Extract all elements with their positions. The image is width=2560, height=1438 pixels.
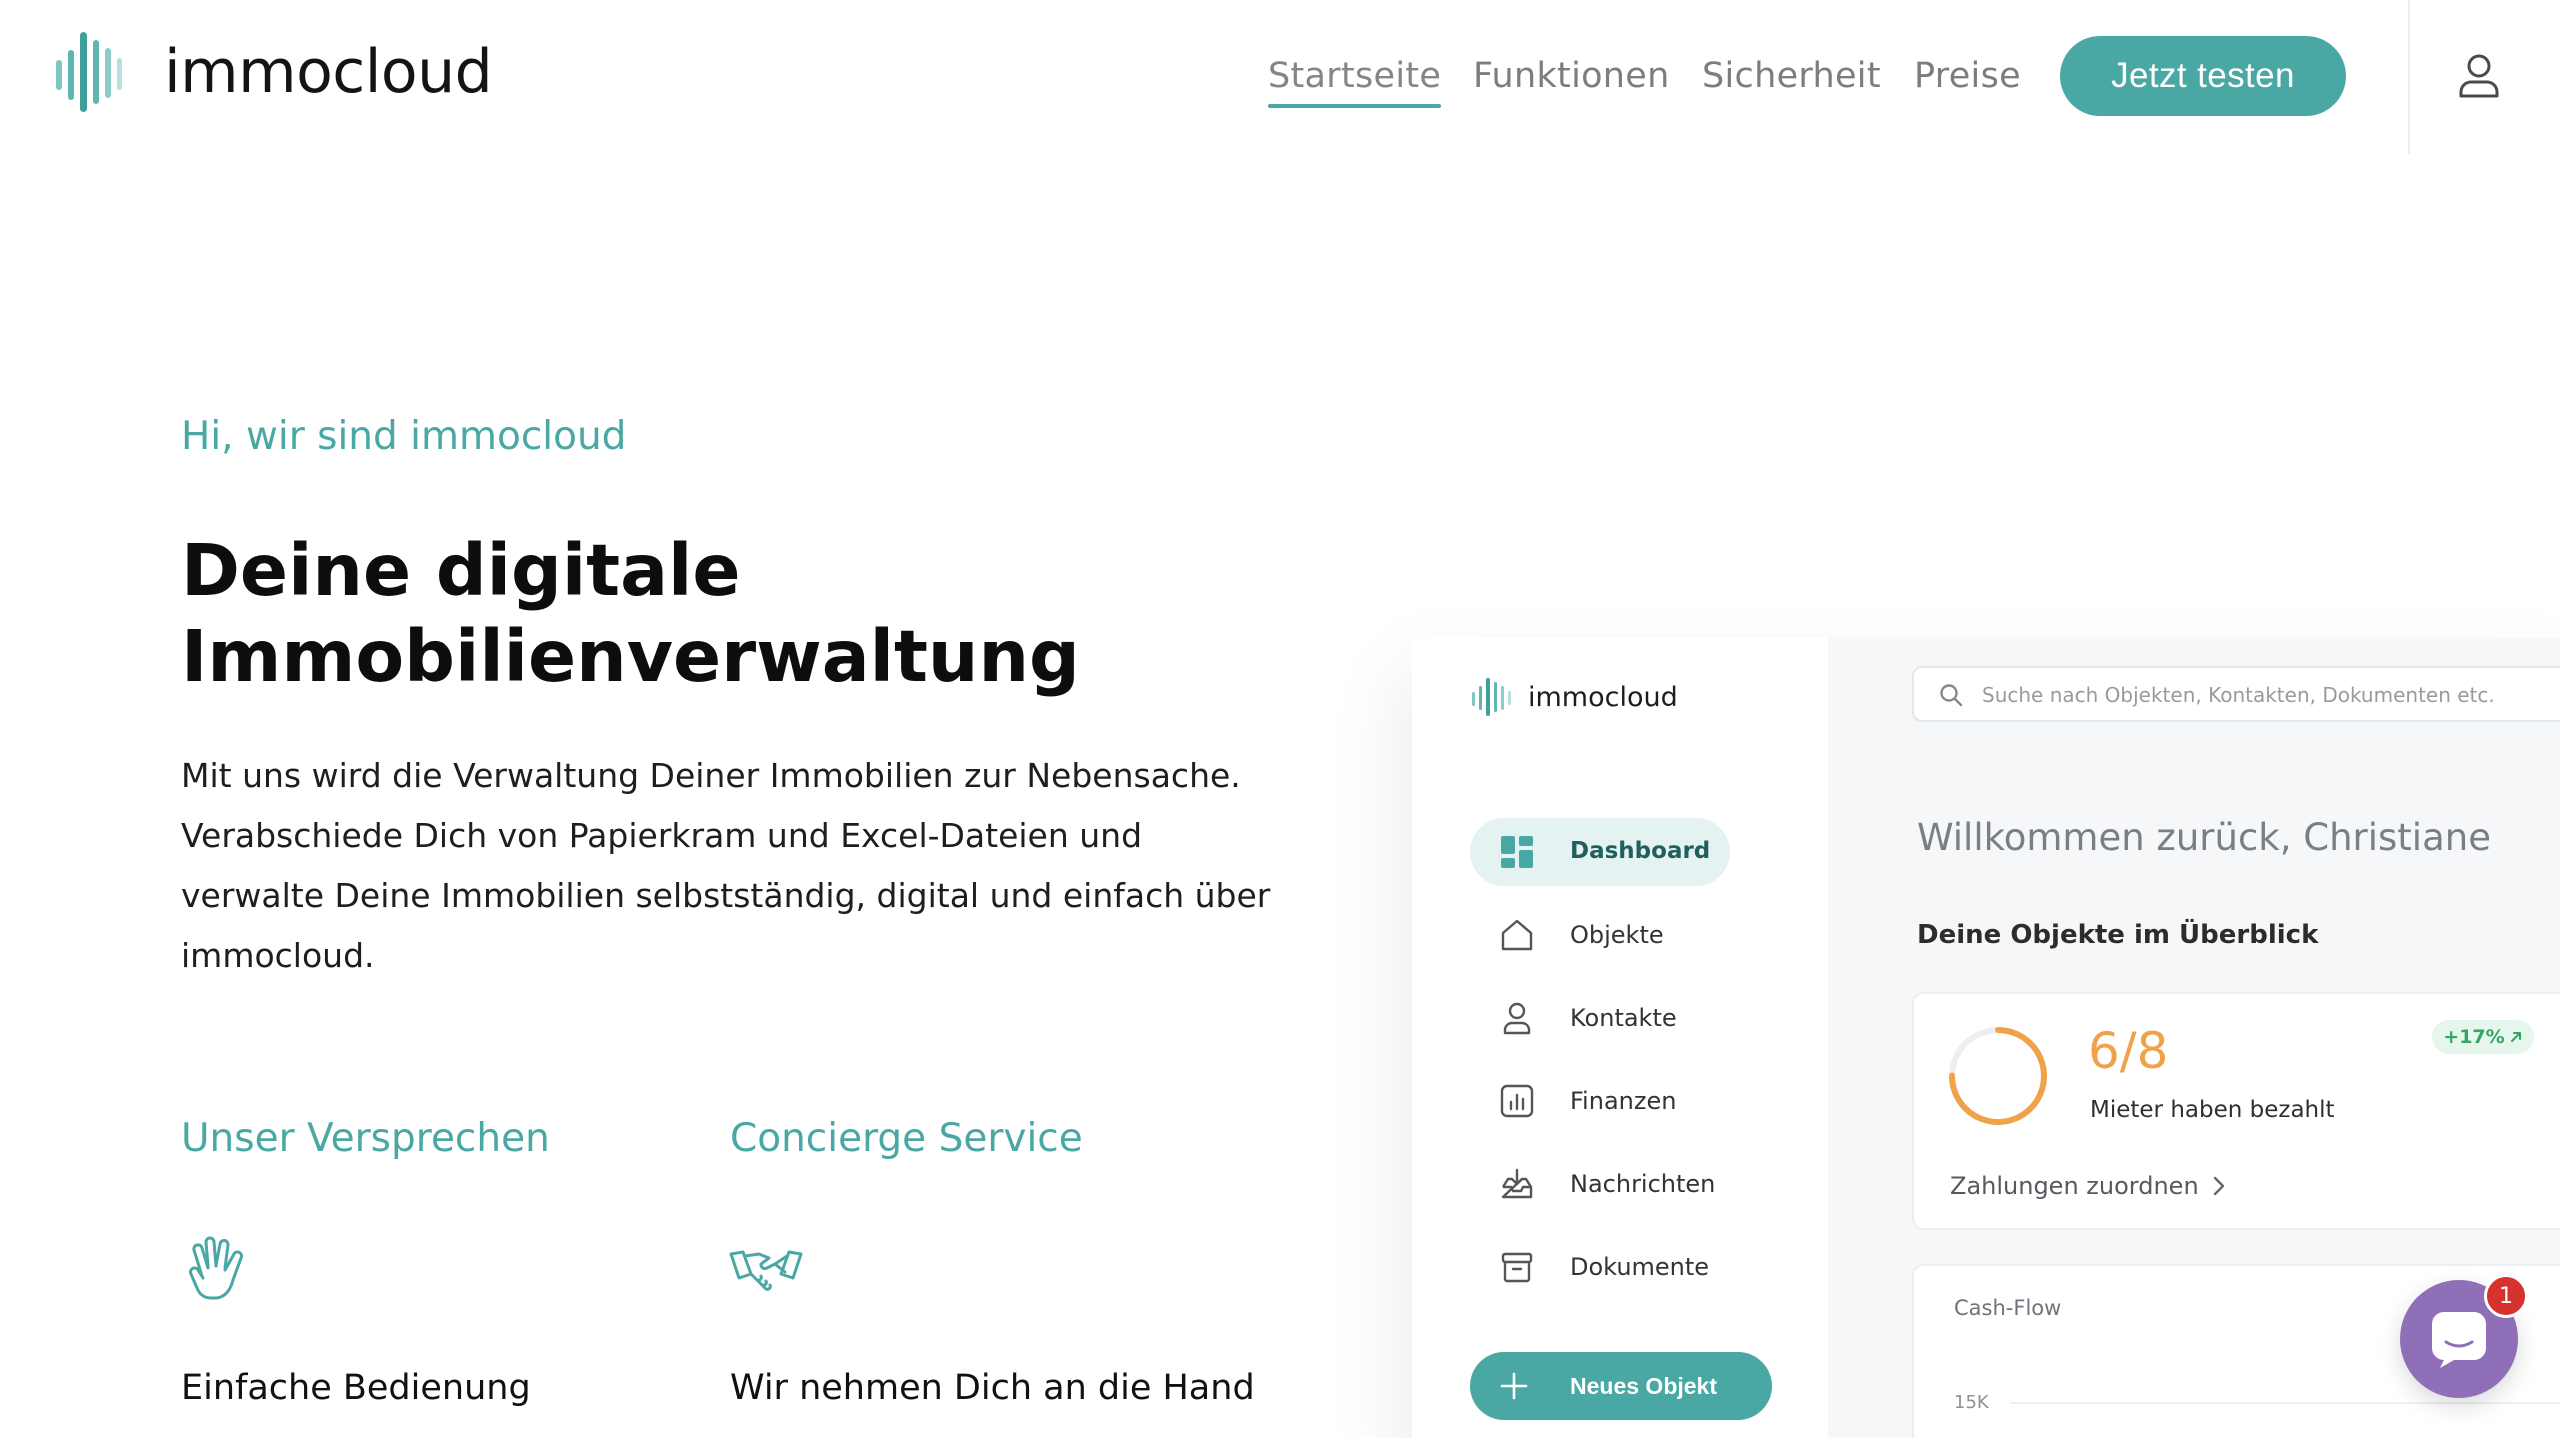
mockup-nav-dashboard[interactable]: Dashboard: [1470, 818, 1730, 886]
mockup-logo-text: immocloud: [1528, 681, 1678, 713]
mockup-nav-label: Finanzen: [1570, 1087, 1677, 1115]
dashboard-icon: [1501, 836, 1533, 868]
arrow-up-right-icon: [2510, 1032, 2521, 1042]
feature-subtitle-bedienung: Einfache Bedienung: [181, 1368, 531, 1408]
mockup-nav-nachrichten[interactable]: Nachrichten: [1470, 1150, 1730, 1218]
chevron-right-icon: [2213, 1176, 2224, 1196]
archive-icon: [1501, 1252, 1533, 1283]
mockup-section-title: Deine Objekte im Überblick: [1917, 920, 2319, 950]
logo[interactable]: immocloud: [56, 30, 493, 114]
hero-headline: Deine digitale Immobilienverwaltung: [181, 529, 1080, 698]
growth-badge-value: +17%: [2443, 1026, 2505, 1048]
mockup-nav-label: Dashboard: [1570, 838, 1711, 864]
mockup-welcome: Willkommen zurück, Christiane: [1917, 816, 2491, 859]
hero-eyebrow: Hi, wir sind immocloud: [181, 414, 627, 459]
logo-text: immocloud: [164, 37, 493, 107]
mockup-search-input[interactable]: [1982, 678, 2560, 712]
mockup-nav-finanzen[interactable]: Finanzen: [1470, 1067, 1730, 1135]
mockup-logo-mark-icon: [1472, 678, 1511, 716]
mockup-nav-objekte[interactable]: Objekte: [1470, 901, 1730, 969]
feature-subtitle-hand: Wir nehmen Dich an die Hand: [730, 1368, 1255, 1408]
cashflow-title: Cash-Flow: [1954, 1296, 2062, 1320]
zahlungen-zuordnen-label: Zahlungen zuordnen: [1950, 1172, 2199, 1200]
hero-lead: Mit uns wird die Verwaltung Deiner Immob…: [181, 756, 1271, 975]
chat-notification-badge: 1: [2484, 1274, 2528, 1318]
nav-preise[interactable]: Preise: [1914, 54, 2021, 98]
mockup-search[interactable]: [1912, 666, 2560, 722]
user-icon[interactable]: [2458, 52, 2500, 100]
hand-icon: [184, 1236, 250, 1312]
logo-mark-icon: [56, 32, 122, 112]
finance-icon: [1500, 1084, 1534, 1118]
zahlungen-zuordnen-link[interactable]: Zahlungen zuordnen: [1950, 1172, 2225, 1200]
neues-objekt-label: Neues Objekt: [1570, 1373, 1717, 1399]
cashflow-gridline: [2010, 1402, 2560, 1404]
jetzt-testen-button[interactable]: Jetzt testen: [2060, 36, 2346, 116]
mockup-nav-label: Dokumente: [1570, 1253, 1710, 1281]
neues-objekt-button[interactable]: Neues Objekt: [1470, 1352, 1772, 1420]
plus-icon: [1500, 1372, 1528, 1400]
handshake-icon: [729, 1246, 803, 1298]
search-icon: [1940, 684, 1963, 707]
mockup-nav-kontakte[interactable]: Kontakte: [1470, 984, 1730, 1052]
mockup-logo: immocloud: [1472, 676, 1678, 718]
payment-subtitle: Mieter haben bezahlt: [2090, 1097, 2335, 1123]
nav-startseite[interactable]: Startseite: [1268, 54, 1442, 108]
header-divider: [2408, 0, 2410, 154]
feature-title-concierge: Concierge Service: [730, 1116, 1083, 1161]
house-icon: [1501, 919, 1533, 951]
nav-sicherheit[interactable]: Sicherheit: [1702, 54, 1881, 98]
inbox-icon: [1501, 1168, 1533, 1199]
growth-badge: +17%: [2432, 1020, 2534, 1054]
mockup-nav-label: Nachrichten: [1570, 1170, 1716, 1198]
payment-ratio: 6/8: [2088, 1022, 2169, 1080]
mockup-nav-dokumente[interactable]: Dokumente: [1470, 1233, 1730, 1301]
cashflow-tick-label: 15K: [1954, 1392, 1989, 1413]
payment-progress-ring: [1949, 1027, 2047, 1125]
chat-icon: [2432, 1312, 2486, 1368]
feature-title-versprechen: Unser Versprechen: [181, 1116, 550, 1161]
mockup-nav-label: Kontakte: [1570, 1004, 1677, 1032]
mockup-nav-label: Objekte: [1570, 921, 1664, 949]
nav-funktionen[interactable]: Funktionen: [1473, 54, 1670, 98]
contact-icon: [1503, 1002, 1531, 1035]
